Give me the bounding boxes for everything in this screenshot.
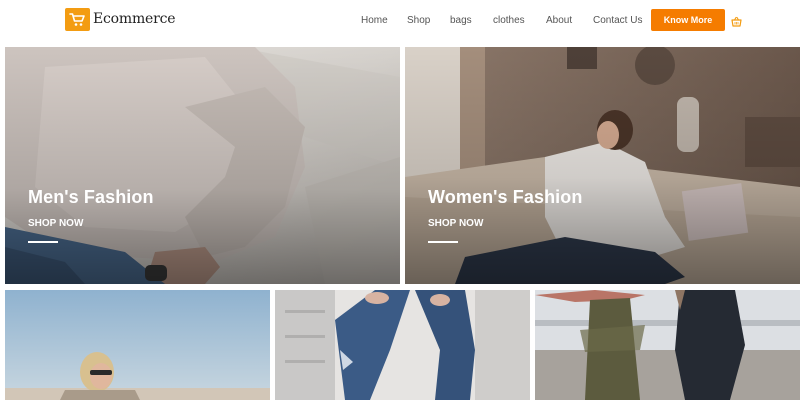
womens-underline (428, 241, 458, 243)
mens-shop-now-link[interactable]: SHOP NOW (28, 218, 83, 229)
womens-fashion-image (405, 47, 800, 284)
womens-fashion-banner[interactable]: Women's Fashion SHOP NOW (405, 47, 800, 284)
denim-fashion-image (275, 290, 530, 400)
basket-icon[interactable] (731, 14, 742, 27)
shopping-cart-icon (65, 7, 90, 31)
couple-fashion-tile[interactable] (535, 290, 800, 400)
mens-underline (28, 241, 58, 243)
couple-fashion-image (535, 290, 800, 400)
know-more-button[interactable]: Know More (651, 9, 725, 31)
nav-bags[interactable]: bags (450, 15, 472, 26)
beach-fashion-tile[interactable] (5, 290, 270, 400)
mens-fashion-title: Men's Fashion (28, 187, 154, 207)
nav-about[interactable]: About (546, 15, 572, 26)
site-header: Ecommerce Home Shop bags clothes About C… (0, 0, 800, 44)
womens-fashion-title: Women's Fashion (428, 187, 583, 207)
nav-contact-us[interactable]: Contact Us (593, 15, 642, 26)
denim-fashion-tile[interactable] (275, 290, 530, 400)
mens-fashion-banner[interactable]: Men's Fashion SHOP NOW (5, 47, 400, 284)
nav-shop[interactable]: Shop (407, 15, 430, 26)
nav-home[interactable]: Home (361, 15, 388, 26)
brand-name: Ecommerce (93, 11, 176, 27)
womens-shop-now-link[interactable]: SHOP NOW (428, 218, 483, 229)
nav-clothes[interactable]: clothes (493, 15, 525, 26)
beach-fashion-image (5, 290, 270, 400)
mens-fashion-image (5, 47, 400, 284)
brand-logo[interactable]: Ecommerce (65, 7, 176, 31)
